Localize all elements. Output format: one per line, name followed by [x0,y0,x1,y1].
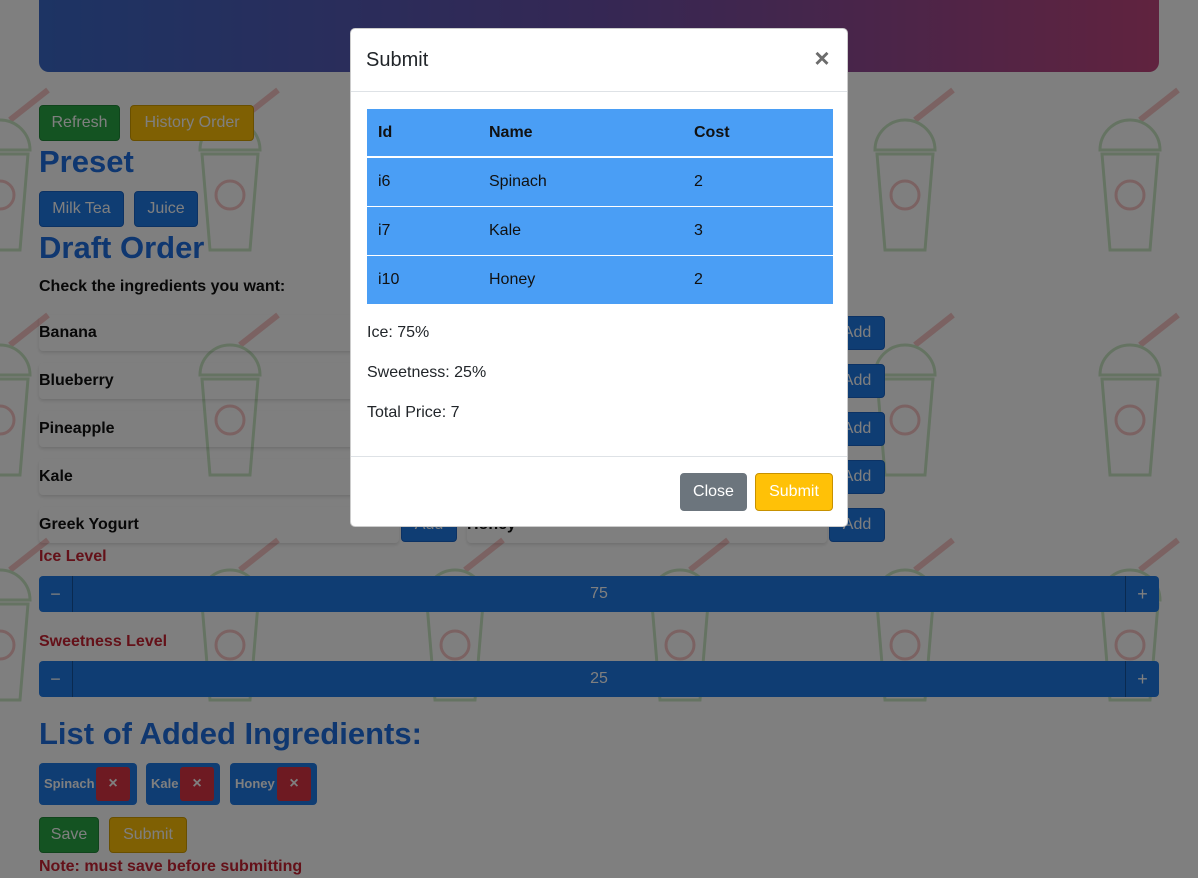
modal-footer-divider [351,456,847,457]
close-icon[interactable]: × [813,45,831,71]
column-header-name: Name [478,109,683,158]
modal-title: Submit [366,49,429,71]
cell-cost: 3 [683,205,833,255]
column-header-id: Id [367,109,478,158]
modal-submit-button[interactable]: Submit [755,473,833,511]
total-price-summary: Total Price: 7 [367,404,460,421]
cell-id: i6 [367,156,478,206]
ice-summary: Ice: 75% [367,324,430,341]
cell-id: i10 [367,254,478,304]
cell-name: Kale [478,205,683,255]
cell-cost: 2 [683,156,833,206]
table-row: i10 Honey 2 [367,254,833,304]
table-row: i6 Spinach 2 [367,156,833,206]
submit-modal: Submit × Id Name Cost i6 Spinach 2 i7 Ka… [350,28,848,527]
column-header-cost: Cost [683,109,833,158]
table-row: i7 Kale 3 [367,205,833,255]
sweetness-summary: Sweetness: 25% [367,364,487,381]
table-header-row: Id Name Cost [367,109,833,158]
modal-header: Submit × [351,29,847,92]
cell-cost: 2 [683,254,833,304]
cell-name: Spinach [478,156,683,206]
order-table: Id Name Cost i6 Spinach 2 i7 Kale 3 i10 [367,109,833,304]
page: Refresh History Order Preset Milk Tea Ju… [0,0,1198,878]
cell-name: Honey [478,254,683,304]
cell-id: i7 [367,205,478,255]
modal-close-button[interactable]: Close [680,473,747,511]
